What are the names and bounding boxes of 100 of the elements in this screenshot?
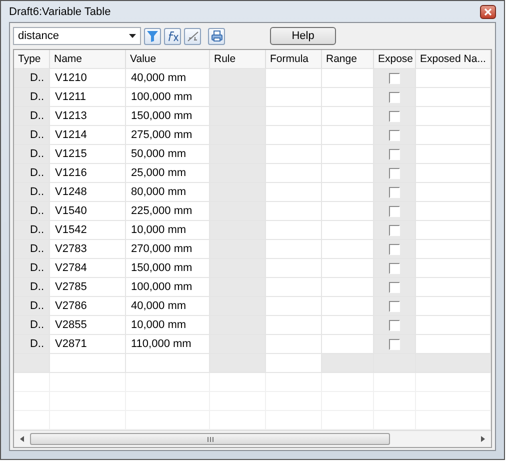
horizontal-scrollbar[interactable]	[14, 430, 491, 447]
table-cell	[266, 335, 322, 354]
table-cell: D..	[14, 240, 50, 259]
table-cell: D..	[14, 126, 50, 145]
column-header[interactable]: Rule	[210, 50, 266, 69]
scroll-right-icon[interactable]	[481, 436, 485, 442]
table-cell: D..	[14, 183, 50, 202]
column-header[interactable]: Value	[126, 50, 210, 69]
table-cell	[266, 126, 322, 145]
table-cell: D..	[14, 164, 50, 183]
table-cell: D..	[14, 69, 50, 88]
table-cell	[266, 240, 322, 259]
window-title: Draft6:Variable Table	[9, 6, 111, 18]
checkbox[interactable]	[389, 148, 400, 160]
checkbox[interactable]	[389, 338, 400, 350]
checkbox[interactable]	[389, 168, 400, 178]
table-cell: V1542	[50, 221, 126, 240]
table-cell: V1211	[50, 88, 126, 107]
table-cell	[210, 69, 266, 88]
checkbox[interactable]	[389, 110, 400, 122]
checkbox[interactable]	[389, 244, 400, 254]
checkbox[interactable]	[389, 224, 400, 236]
close-button[interactable]	[480, 4, 496, 18]
table-cell	[210, 240, 266, 259]
checkbox[interactable]	[389, 130, 400, 140]
table-cell: D..	[14, 335, 50, 354]
table-cell	[266, 69, 322, 88]
table-cell: V2786	[50, 297, 126, 316]
table-cell	[322, 373, 374, 392]
table-cell	[266, 164, 322, 183]
table-cell	[266, 373, 322, 392]
table-cell	[210, 202, 266, 221]
table-cell: V2785	[50, 278, 126, 297]
grip-icon	[206, 436, 214, 442]
table-cell	[210, 316, 266, 335]
table-cell	[14, 373, 50, 392]
help-button[interactable]: Help	[270, 27, 336, 45]
table-cell	[266, 202, 322, 221]
table-cell: V1215	[50, 145, 126, 164]
table-cell: V1210	[50, 69, 126, 88]
table-cell	[266, 278, 322, 297]
checkbox[interactable]	[389, 186, 400, 198]
table-cell	[210, 259, 266, 278]
table-cell: D..	[14, 88, 50, 107]
checkbox[interactable]	[389, 92, 400, 102]
table-cell: D..	[14, 145, 50, 164]
checkbox[interactable]	[389, 300, 400, 312]
scrollbar-thumb[interactable]	[30, 433, 390, 445]
table-cell	[210, 278, 266, 297]
checkbox[interactable]	[389, 320, 400, 330]
table-cell	[266, 183, 322, 202]
table-cell: D..	[14, 297, 50, 316]
table-cell	[14, 354, 50, 373]
column-header[interactable]: Name	[50, 50, 126, 69]
table-cell: V1540	[50, 202, 126, 221]
column-header[interactable]: Range	[322, 50, 374, 69]
table-cell	[266, 316, 322, 335]
checkbox[interactable]	[389, 72, 400, 84]
column-header[interactable]: Expose	[374, 50, 416, 69]
table-cell: D..	[14, 316, 50, 335]
table-cell	[210, 297, 266, 316]
table-cell	[266, 221, 322, 240]
table-cell	[266, 297, 322, 316]
filter-dropdown[interactable]: distance	[13, 27, 141, 45]
close-icon	[484, 8, 492, 16]
column-header[interactable]: Type	[14, 50, 50, 69]
table-cell	[210, 183, 266, 202]
table-cell: D..	[14, 202, 50, 221]
table-cell: D..	[14, 278, 50, 297]
sort-icon[interactable]	[184, 28, 201, 44]
checkbox[interactable]	[389, 282, 400, 292]
table-cell	[210, 145, 266, 164]
table-cell	[322, 354, 374, 373]
filter-icon[interactable]	[144, 28, 161, 44]
print-icon[interactable]	[208, 28, 225, 44]
table-cell	[266, 107, 322, 126]
table-cell	[266, 259, 322, 278]
table-cell	[14, 392, 50, 411]
table-cell	[210, 126, 266, 145]
scroll-left-icon[interactable]	[20, 436, 24, 442]
caret-icon	[129, 34, 136, 38]
table-cell: V1213	[50, 107, 126, 126]
table-cell: V1214	[50, 126, 126, 145]
table-cell: D..	[14, 259, 50, 278]
table-cell	[210, 335, 266, 354]
table-cell	[374, 373, 416, 392]
column-header[interactable]: Formula	[266, 50, 322, 69]
table-cell: V2855	[50, 316, 126, 335]
function-icon[interactable]	[164, 28, 181, 44]
table-cell: D..	[14, 221, 50, 240]
table-cell	[210, 221, 266, 240]
table-cell	[266, 145, 322, 164]
checkbox[interactable]	[389, 206, 400, 216]
table-cell: V2784	[50, 259, 126, 278]
table-cell: V1248	[50, 183, 126, 202]
table-cell	[266, 88, 322, 107]
table-cell: V2871	[50, 335, 126, 354]
table-cell	[210, 164, 266, 183]
column-header[interactable]: Exposed Na...	[416, 50, 491, 69]
checkbox[interactable]	[389, 262, 400, 274]
